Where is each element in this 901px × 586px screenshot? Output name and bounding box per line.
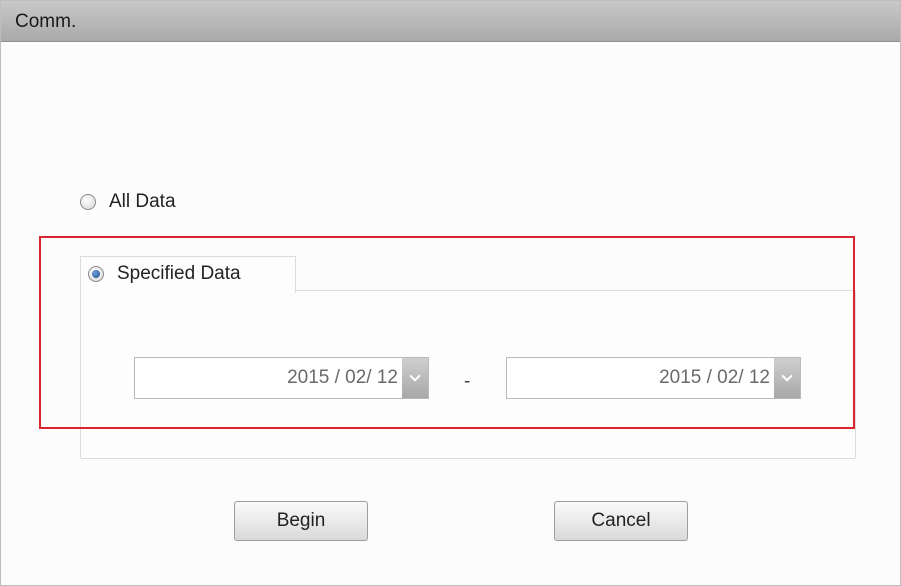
radio-all-data-label: All Data	[109, 191, 176, 212]
chevron-down-icon	[781, 370, 793, 382]
title-bar: Comm.	[1, 1, 900, 42]
comm-dialog: Comm. All Data Specified Data 2015 / 02/…	[0, 0, 901, 586]
radio-specified-data-label: Specified Data	[117, 263, 241, 284]
end-date-value[interactable]: 2015 / 02/ 12	[507, 358, 774, 398]
radio-checked-icon[interactable]	[88, 266, 104, 282]
radio-specified-data[interactable]: Specified Data	[88, 263, 241, 285]
window-title: Comm.	[15, 11, 77, 32]
date-range-separator: -	[464, 371, 471, 392]
cancel-button[interactable]: Cancel	[554, 501, 688, 541]
start-date-picker[interactable]: 2015 / 02/ 12	[134, 357, 429, 399]
radio-unchecked-icon[interactable]	[80, 194, 96, 210]
radio-all-data[interactable]: All Data	[80, 191, 176, 213]
begin-button[interactable]: Begin	[234, 501, 368, 541]
chevron-down-icon	[409, 370, 421, 382]
end-date-picker[interactable]: 2015 / 02/ 12	[506, 357, 801, 399]
end-date-dropdown-button[interactable]	[774, 358, 800, 398]
start-date-dropdown-button[interactable]	[402, 358, 428, 398]
start-date-value[interactable]: 2015 / 02/ 12	[135, 358, 402, 398]
